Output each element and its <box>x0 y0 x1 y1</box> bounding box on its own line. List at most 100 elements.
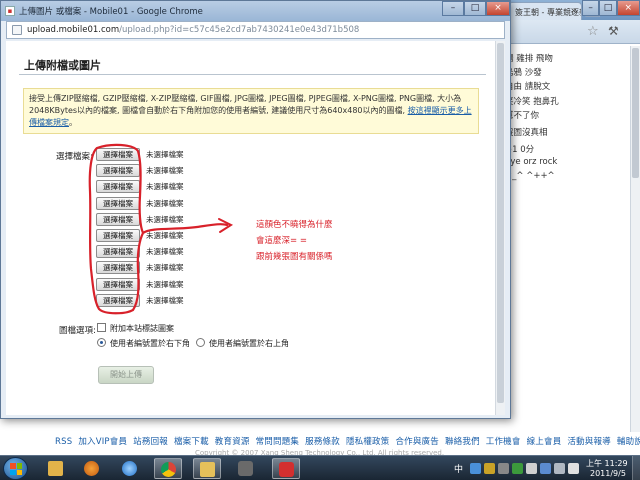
choose-file-button[interactable]: 選擇檔案 <box>96 212 140 226</box>
url-host: upload.mobile01.com <box>27 25 120 35</box>
footer-link[interactable]: 活動與報導 <box>567 437 611 447</box>
footer-link[interactable]: 常問問題集 <box>256 437 300 447</box>
footer-link[interactable]: 站務回報 <box>133 437 168 447</box>
wrench-menu-icon[interactable]: ⚒ <box>608 24 619 38</box>
file-status-text: 未選擇檔案 <box>146 247 184 257</box>
background-scrollbar[interactable] <box>630 46 640 432</box>
footer-link[interactable]: RSS <box>55 437 72 447</box>
file-select-label: 選擇檔案: <box>56 152 93 162</box>
radio-bottom-right[interactable] <box>97 338 106 347</box>
footer-link[interactable]: 檔案下載 <box>174 437 209 447</box>
page-icon <box>12 25 22 35</box>
choose-file-button[interactable]: 選擇檔案 <box>96 245 140 259</box>
footer-link[interactable]: 加入VIP會員 <box>78 437 127 447</box>
background-tab[interactable]: 簽王朝 - 專業競逐新主 × <box>508 2 582 20</box>
page-title: 上傳附檔或圖片 <box>24 59 101 72</box>
footer-link[interactable]: 服務條款 <box>305 437 340 447</box>
annotation-line: 跟前幾張圖有關係嗎 <box>256 252 333 262</box>
tray-app-icon[interactable] <box>470 463 481 474</box>
file-status-text: 未選擇檔案 <box>146 231 184 240</box>
file-status-text: 未選擇檔案 <box>146 279 184 289</box>
upload-rules-notice: 接受上傳ZIP壓縮檔, GZIP壓縮檔, X-ZIP壓縮檔, GIF圖檔, JP… <box>23 88 479 134</box>
file-status-text: 未選擇檔案 <box>146 263 184 273</box>
tray-app-icon[interactable] <box>512 463 523 474</box>
taskbar-internet-explorer-icon[interactable] <box>116 458 144 479</box>
tray-app-icon[interactable] <box>526 463 537 474</box>
choose-file-button[interactable]: 選擇檔案 <box>96 164 140 178</box>
windows-logo-icon <box>10 463 22 475</box>
start-upload-button[interactable]: 開始上傳 <box>98 366 154 384</box>
footer-link[interactable]: 隱私權政策 <box>346 437 390 447</box>
close-window-icon[interactable]: × <box>486 1 510 16</box>
file-status-text: 未選擇檔案 <box>146 214 184 224</box>
popup-window-title: 上傳圖片 或檔案 - Mobile01 - Google Chrome <box>19 7 203 17</box>
footer-link[interactable]: 輔助說明 <box>617 437 640 447</box>
title-divider <box>19 74 486 75</box>
windows-taskbar: 中 上午 11:29 2011/9/5 <box>0 455 640 480</box>
taskbar-folder-icon[interactable] <box>193 458 221 479</box>
url-text[interactable]: upload.mobile01.com/upload.php?id=c57c45… <box>27 25 359 35</box>
annotation-line: 會這麼深= = <box>256 236 307 246</box>
choose-file-button[interactable]: 選擇檔案 <box>96 196 140 210</box>
choose-file-button[interactable]: 選擇檔案 <box>96 229 140 242</box>
radio-bottom-right-label: 使用者編號置於右下角 <box>110 339 190 348</box>
input-language-indicator[interactable]: 中 <box>454 462 463 475</box>
annotation-text: 這顏色不曉得為什麼 會這麼深= = 跟前幾張圖有關係嗎 <box>256 217 333 265</box>
maximize-icon[interactable]: □ <box>464 1 486 16</box>
footer-link[interactable]: 工作機會 <box>486 437 521 447</box>
sidebar-line: 楊 雞排 飛吻 <box>505 54 553 64</box>
footer-link[interactable]: 教育資源 <box>215 437 250 447</box>
file-status-text: 未選擇檔案 <box>146 150 184 159</box>
taskbar-app-icon[interactable] <box>232 458 260 479</box>
clock-date[interactable]: 2011/9/5 <box>590 469 626 478</box>
radio-top-right[interactable] <box>196 338 205 347</box>
footer-link[interactable]: 線上會員 <box>527 437 562 447</box>
taskbar-explorer-icon[interactable] <box>42 458 70 479</box>
close-window-icon[interactable]: × <box>616 0 640 16</box>
tray-app-icon[interactable] <box>484 463 495 474</box>
url-path: /upload.php?id=c57c45e2cd7ab7430241e0e43… <box>119 25 360 35</box>
taskbar-media-player-icon[interactable] <box>78 458 106 479</box>
sidebar-line: 笑冷笑 抱鼻孔 <box>505 97 559 107</box>
choose-file-button[interactable]: 選擇檔案 <box>96 148 140 161</box>
address-bar[interactable]: upload.mobile01.com/upload.php?id=c57c45… <box>6 21 505 39</box>
minimize-icon[interactable]: – <box>442 1 464 16</box>
popup-titlebar: ▪ 上傳圖片 或檔案 - Mobile01 - Google Chrome – … <box>1 1 510 21</box>
tray-app-icon[interactable] <box>498 463 509 474</box>
start-button[interactable] <box>3 457 28 480</box>
taskbar-red-app-icon[interactable] <box>272 458 300 479</box>
flag-icon[interactable] <box>554 463 565 474</box>
footer-links: RSS 加入VIP會員 站務回報 檔案下載 教育資源 常問問題集 服務條款 隱私權政策 合作與廣… <box>55 435 640 447</box>
choose-file-button[interactable]: 選擇檔案 <box>96 293 140 307</box>
clock-time[interactable]: 上午 11:29 <box>586 458 628 469</box>
close-tab-icon[interactable]: × <box>570 6 577 15</box>
page-favicon-icon: ▪ <box>5 6 15 16</box>
choose-file-button[interactable]: 選擇檔案 <box>96 261 140 275</box>
popup-window-controls: – □ × <box>442 1 510 16</box>
sidebar-line: 自由 請脫文 <box>505 82 551 92</box>
footer-link[interactable]: 合作與廣告 <box>395 437 439 447</box>
volume-icon[interactable] <box>568 463 579 474</box>
upload-popup-window: ▪ 上傳圖片 或檔案 - Mobile01 - Google Chrome – … <box>0 0 511 419</box>
file-status-text: 未選擇檔案 <box>146 295 184 305</box>
minimize-icon[interactable]: – <box>582 0 600 16</box>
choose-file-button[interactable]: 選擇檔案 <box>96 277 140 291</box>
sidebar-line: ^_^ ^++^ <box>505 171 555 181</box>
background-page-sidebar: 楊 雞排 飛吻 烏鴉 沙發 自由 請脫文 笑冷笑 抱鼻孔 幫不了你 沒圖沒真相 +1 0分 b… <box>505 48 640 428</box>
sidebar-line: 沒圖沒真相 <box>505 128 548 138</box>
taskbar-chrome-icon[interactable] <box>154 458 182 479</box>
popup-scrollbar[interactable] <box>495 41 505 415</box>
choose-file-button[interactable]: 選擇檔案 <box>96 180 140 194</box>
annotation-line: 這顏色不曉得為什麼 <box>256 220 333 230</box>
network-icon[interactable] <box>540 463 551 474</box>
maximize-icon[interactable]: □ <box>599 0 617 16</box>
notice-tail: 。 <box>69 118 77 127</box>
show-desktop-button[interactable] <box>632 456 640 480</box>
background-window-controls: – □ × <box>582 0 640 16</box>
image-options-label: 圖檔選項: <box>59 326 96 336</box>
bookmark-star-icon[interactable]: ☆ <box>587 24 599 39</box>
footer-link[interactable]: 聯絡我們 <box>445 437 480 447</box>
system-tray: 中 上午 11:29 2011/9/5 <box>440 456 640 480</box>
file-status-text: 未選擇檔案 <box>146 182 184 192</box>
watermark-checkbox[interactable] <box>97 323 106 332</box>
